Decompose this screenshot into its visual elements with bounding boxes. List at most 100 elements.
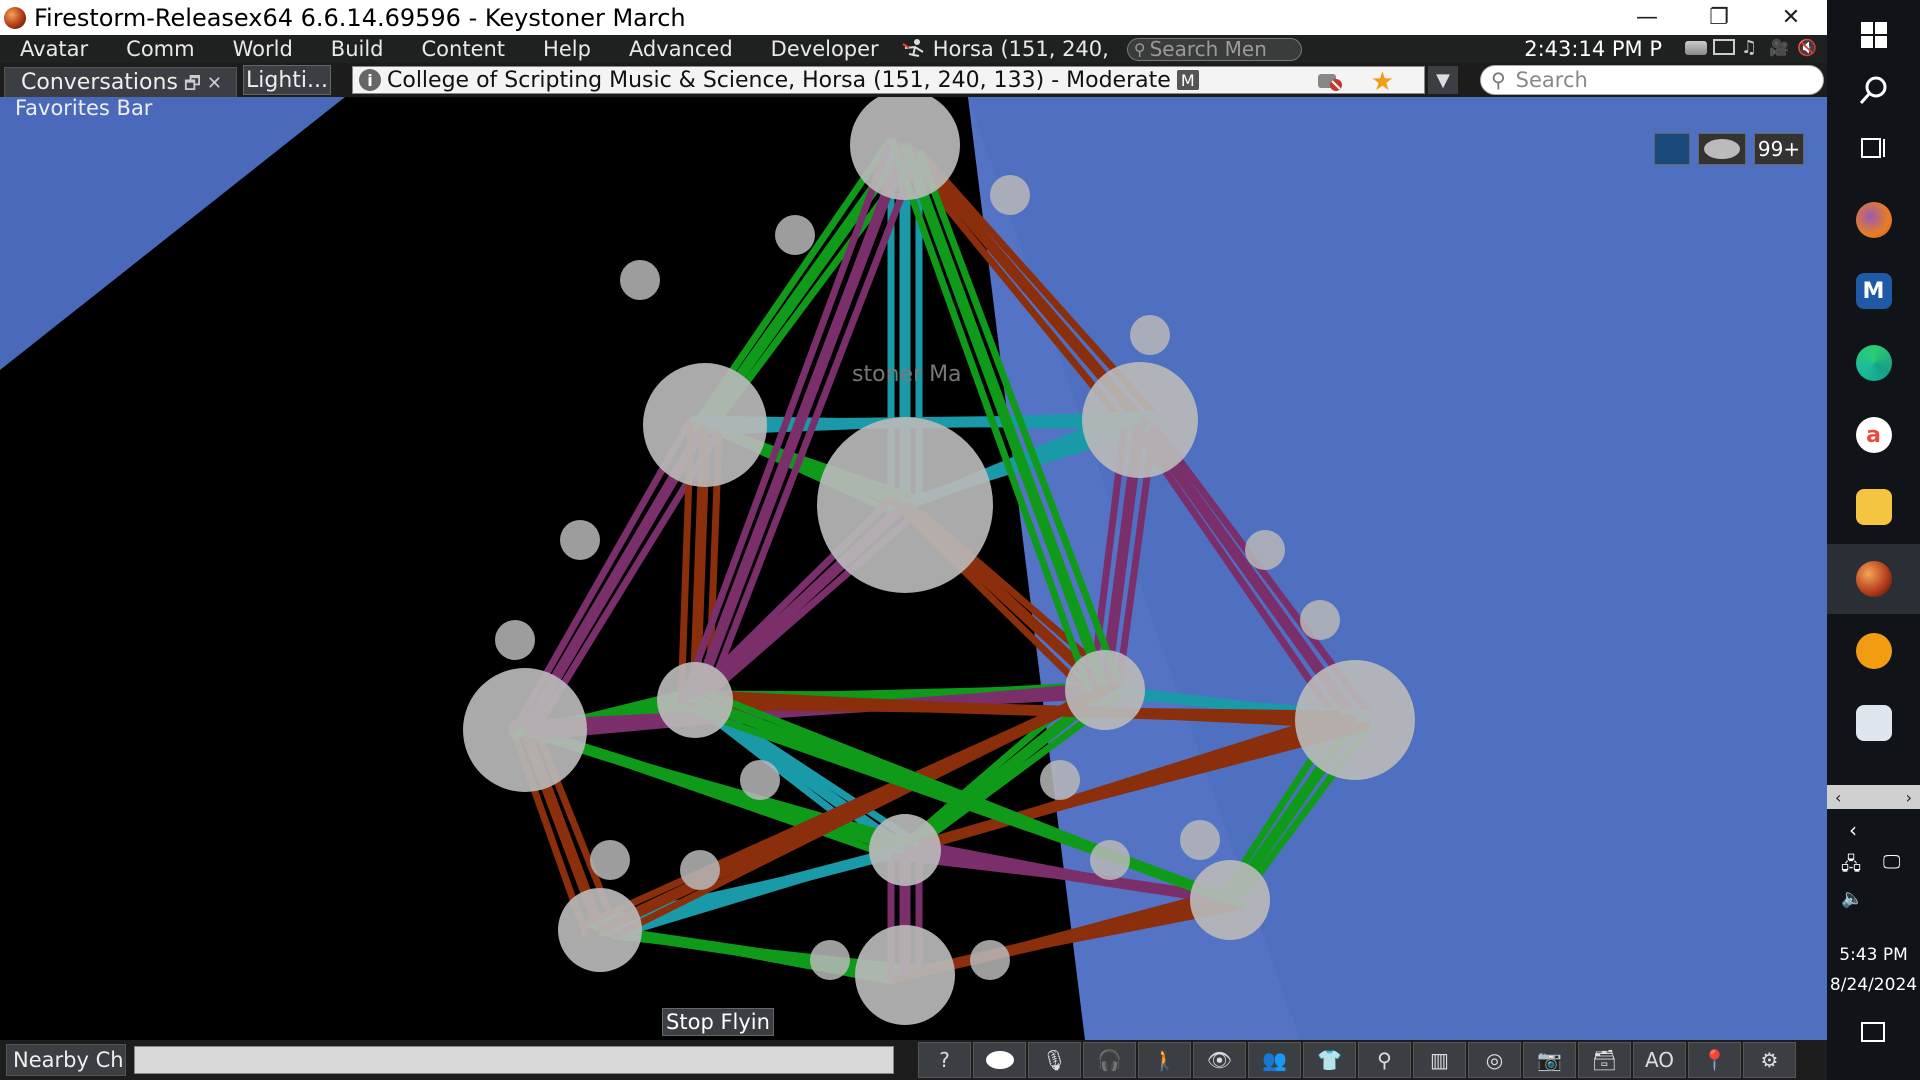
lattice-sphere bbox=[463, 668, 587, 792]
menubar-location[interactable]: Horsa (151, 240, bbox=[901, 37, 1109, 61]
lattice-node bbox=[970, 940, 1010, 980]
snapshot-icon[interactable]: 📷 bbox=[1523, 1042, 1576, 1078]
walk-icon[interactable]: 🚶 bbox=[1138, 1042, 1191, 1078]
menu-build[interactable]: Build bbox=[311, 37, 384, 61]
help-icon[interactable]: ? bbox=[918, 1042, 971, 1078]
lattice-sphere bbox=[1190, 860, 1270, 940]
menu-developer[interactable]: Developer bbox=[751, 37, 879, 61]
favorite-star-icon[interactable]: ★ bbox=[1371, 67, 1394, 97]
sl-clock: 2:43:14 PM P bbox=[1524, 37, 1662, 61]
minimize-button[interactable]: — bbox=[1611, 0, 1683, 35]
menu-bar: Avatar Comm World Build Content Help Adv… bbox=[0, 35, 1827, 63]
restore-button[interactable]: ❐ bbox=[1683, 0, 1755, 35]
radar-icon[interactable]: ◎ bbox=[1468, 1042, 1521, 1078]
menu-content[interactable]: Content bbox=[402, 37, 506, 61]
menu-comm[interactable]: Comm bbox=[106, 37, 194, 61]
stop-flying-button[interactable]: Stop Flyin bbox=[662, 1008, 774, 1036]
nearby-chat-button[interactable]: Nearby Ch bbox=[6, 1044, 126, 1076]
tray-display-icon[interactable]: 🖵 bbox=[1883, 852, 1900, 873]
lattice-sphere bbox=[817, 417, 993, 593]
conversations-tab-label: Conversations bbox=[21, 70, 178, 95]
menu-advanced[interactable]: Advanced bbox=[609, 37, 733, 61]
lattice-node bbox=[1090, 840, 1130, 880]
location-bar[interactable]: i College of Scripting Music & Science, … bbox=[352, 66, 1425, 97]
lattice-sphere bbox=[869, 814, 941, 886]
audacity-icon[interactable] bbox=[1827, 616, 1920, 686]
lattice-node bbox=[810, 940, 850, 980]
firestorm-app-icon bbox=[4, 6, 26, 29]
chevron-left-icon[interactable]: ‹ bbox=[1835, 788, 1841, 807]
search-icon[interactable]: ⚲ bbox=[1358, 1042, 1411, 1078]
close-button[interactable]: ✕ bbox=[1755, 0, 1827, 35]
lattice-node bbox=[620, 260, 660, 300]
lattice-node bbox=[1040, 760, 1080, 800]
video-icon[interactable] bbox=[1685, 41, 1707, 55]
firestorm-icon[interactable] bbox=[1827, 544, 1920, 614]
top-right-widgets: 99+ bbox=[1654, 133, 1804, 165]
info-icon[interactable]: i bbox=[359, 69, 381, 91]
chevron-left-icon[interactable]: ‹ bbox=[1849, 818, 1857, 842]
location-dropdown-icon[interactable]: ▼ bbox=[1428, 66, 1458, 94]
menubar-location-text: Horsa (151, 240, bbox=[932, 37, 1109, 61]
chat-input[interactable] bbox=[134, 1046, 894, 1074]
taskbar-scroller[interactable]: ‹ › bbox=[1827, 785, 1920, 809]
search-icon: ⚲ bbox=[1491, 68, 1506, 92]
lattice-sphere bbox=[1295, 660, 1415, 780]
favorites-bar[interactable]: Favorites Bar bbox=[15, 96, 152, 120]
lattice-node bbox=[1130, 315, 1170, 355]
menu-avatar[interactable]: Avatar bbox=[0, 37, 88, 61]
chevron-right-icon[interactable]: › bbox=[1906, 788, 1912, 807]
lattice-node bbox=[495, 620, 535, 660]
voice-icon[interactable]: 🎙 bbox=[1028, 1042, 1081, 1078]
acrobat-icon[interactable]: a bbox=[1827, 400, 1920, 470]
lattice-sphere bbox=[558, 888, 642, 972]
appearance-icon[interactable]: 👕 bbox=[1303, 1042, 1356, 1078]
chat-bubble-icon[interactable] bbox=[1698, 133, 1746, 165]
flying-avatar-icon bbox=[902, 39, 924, 57]
menu-world[interactable]: World bbox=[213, 37, 293, 61]
navigation-row: Conversations 🗗✕ Lighti... i College of … bbox=[0, 63, 1827, 97]
lattice-node bbox=[740, 760, 780, 800]
mute-icon[interactable]: 🔇 bbox=[1797, 37, 1819, 59]
headphones-icon[interactable]: 🎧 bbox=[1083, 1042, 1136, 1078]
edge-icon[interactable] bbox=[1827, 328, 1920, 398]
chat-icon[interactable] bbox=[973, 1042, 1026, 1078]
volume-icon[interactable]: 🔈 bbox=[1841, 888, 1863, 909]
tray-network-icon[interactable]: 🖧 bbox=[1841, 852, 1861, 882]
task-view-icon[interactable] bbox=[1827, 113, 1920, 183]
inventory-icon[interactable]: 🗃 bbox=[1578, 1042, 1631, 1078]
ao-icon[interactable]: AO bbox=[1633, 1042, 1686, 1078]
lattice-node bbox=[990, 175, 1030, 215]
lattice-node bbox=[1245, 530, 1285, 570]
sticky-notes-icon[interactable] bbox=[1827, 472, 1920, 542]
firefox-icon[interactable] bbox=[1827, 185, 1920, 255]
notification-badge[interactable]: 99+ bbox=[1754, 133, 1804, 165]
notifications-icon[interactable] bbox=[1861, 1022, 1885, 1042]
lighting-tab[interactable]: Lighti... bbox=[243, 65, 331, 95]
lattice-sphere bbox=[1082, 362, 1198, 478]
search-input[interactable]: ⚲ Search bbox=[1480, 65, 1824, 95]
menu-help[interactable]: Help bbox=[523, 37, 591, 61]
tray-clock[interactable]: 5:43 PM 8/24/2024 bbox=[1827, 940, 1920, 1000]
camera-view-icon[interactable]: 👁 bbox=[1193, 1042, 1246, 1078]
3d-viewport[interactable]: stoner Ma bbox=[0, 97, 1827, 1040]
lattice-sphere bbox=[643, 363, 767, 487]
people-icon[interactable]: 👥 bbox=[1248, 1042, 1301, 1078]
maturity-badge: M bbox=[1176, 70, 1199, 90]
network-app-icon[interactable] bbox=[1827, 688, 1920, 758]
menu-search-input[interactable]: ⚲ Search Men bbox=[1126, 37, 1302, 61]
lattice-node bbox=[680, 850, 720, 890]
lattice-node bbox=[775, 215, 815, 255]
preferences-icon[interactable]: ⚙ bbox=[1743, 1042, 1796, 1078]
minimap-thumbnail[interactable] bbox=[1654, 133, 1690, 165]
map-icon[interactable]: ▥ bbox=[1413, 1042, 1466, 1078]
conversations-tab[interactable]: Conversations 🗗✕ bbox=[4, 67, 237, 97]
lattice-sphere bbox=[855, 925, 955, 1025]
m-app-icon[interactable]: M bbox=[1827, 256, 1920, 326]
monitor-icon[interactable] bbox=[1713, 39, 1735, 55]
lattice-sphere bbox=[657, 662, 733, 738]
place-icon[interactable]: 📍 bbox=[1688, 1042, 1741, 1078]
media-icon[interactable]: 🎥 bbox=[1769, 37, 1791, 59]
music-icon[interactable]: ♫ bbox=[1741, 37, 1763, 59]
window-titlebar: Firestorm-Releasex64 6.6.14.69596 - Keys… bbox=[0, 0, 1827, 35]
